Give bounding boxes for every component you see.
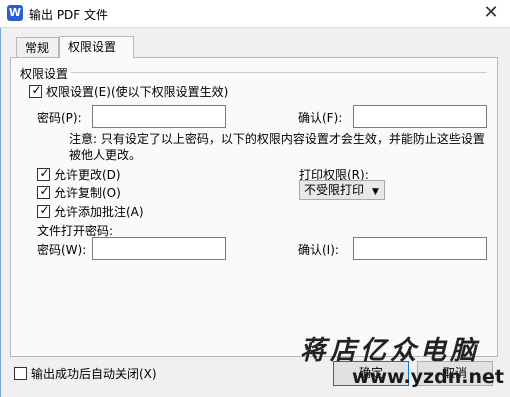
- allow-modify-checkbox[interactable]: ✓ 允许更改(D): [37, 166, 121, 183]
- window-left-edge: [0, 28, 1, 397]
- wps-writer-icon: W: [7, 5, 23, 21]
- watermark-url: www.yzdn.net: [352, 366, 504, 388]
- open-confirm-field[interactable]: [353, 237, 487, 260]
- allow-copy-checkbox[interactable]: ✓ 允许复制(O): [37, 184, 121, 201]
- section-divider: [71, 72, 487, 73]
- close-icon[interactable]: ✕: [480, 2, 502, 24]
- confirm-label: 确认(F):: [298, 111, 343, 125]
- open-password-label: 密码(W):: [37, 243, 87, 257]
- print-permission-value: 不受限打印: [304, 183, 365, 197]
- checkbox-box[interactable]: ✓: [29, 83, 42, 98]
- password-field[interactable]: [92, 105, 226, 128]
- tab-permissions[interactable]: 权限设置: [59, 36, 134, 58]
- checkbox-box[interactable]: [14, 367, 27, 380]
- open-password-field[interactable]: [92, 237, 226, 260]
- tab-general[interactable]: 常规: [16, 37, 59, 58]
- checkbox-box[interactable]: ✓: [37, 184, 50, 199]
- section-title: 权限设置: [20, 67, 69, 81]
- allow-annotate-label: 允许添加批注(A): [54, 205, 144, 219]
- auto-close-checkbox[interactable]: 输出成功后自动关闭(X): [14, 365, 157, 382]
- permissions-panel: 权限设置 ✓ 权限设置(E)(使以下权限设置生效) 密码(P): 确认(F): 注…: [10, 57, 498, 357]
- password-label: 密码(P):: [37, 111, 82, 125]
- open-confirm-label: 确认(I):: [298, 243, 339, 257]
- checkbox-box[interactable]: ✓: [37, 166, 50, 181]
- checkbox-box[interactable]: ✓: [37, 203, 50, 218]
- confirm-field[interactable]: [353, 105, 487, 128]
- allow-modify-label: 允许更改(D): [54, 168, 121, 182]
- check-icon: ✓: [39, 184, 50, 198]
- check-icon: ✓: [39, 166, 50, 180]
- chevron-down-icon: ▼: [372, 187, 379, 197]
- check-icon: ✓: [31, 83, 42, 97]
- print-permission-select[interactable]: 不受限打印 ▼: [299, 180, 385, 200]
- watermark-text: 蒋店亿众电脑: [300, 336, 481, 366]
- check-icon: ✓: [39, 203, 50, 217]
- title-bar: W 输出 PDF 文件 ✕: [0, 0, 510, 28]
- enable-permissions-label: 权限设置(E)(使以下权限设置生效): [46, 85, 229, 99]
- window-title: 输出 PDF 文件: [29, 8, 109, 22]
- enable-permissions-checkbox[interactable]: ✓ 权限设置(E)(使以下权限设置生效): [29, 83, 228, 100]
- allow-copy-label: 允许复制(O): [54, 186, 121, 200]
- allow-annotate-checkbox[interactable]: ✓ 允许添加批注(A): [37, 203, 144, 220]
- permissions-note: 注意: 只有设定了以上密码，以下的权限内容设置才会生效，并能防止这些设置被他人更…: [69, 132, 485, 162]
- auto-close-label: 输出成功后自动关闭(X): [31, 367, 157, 381]
